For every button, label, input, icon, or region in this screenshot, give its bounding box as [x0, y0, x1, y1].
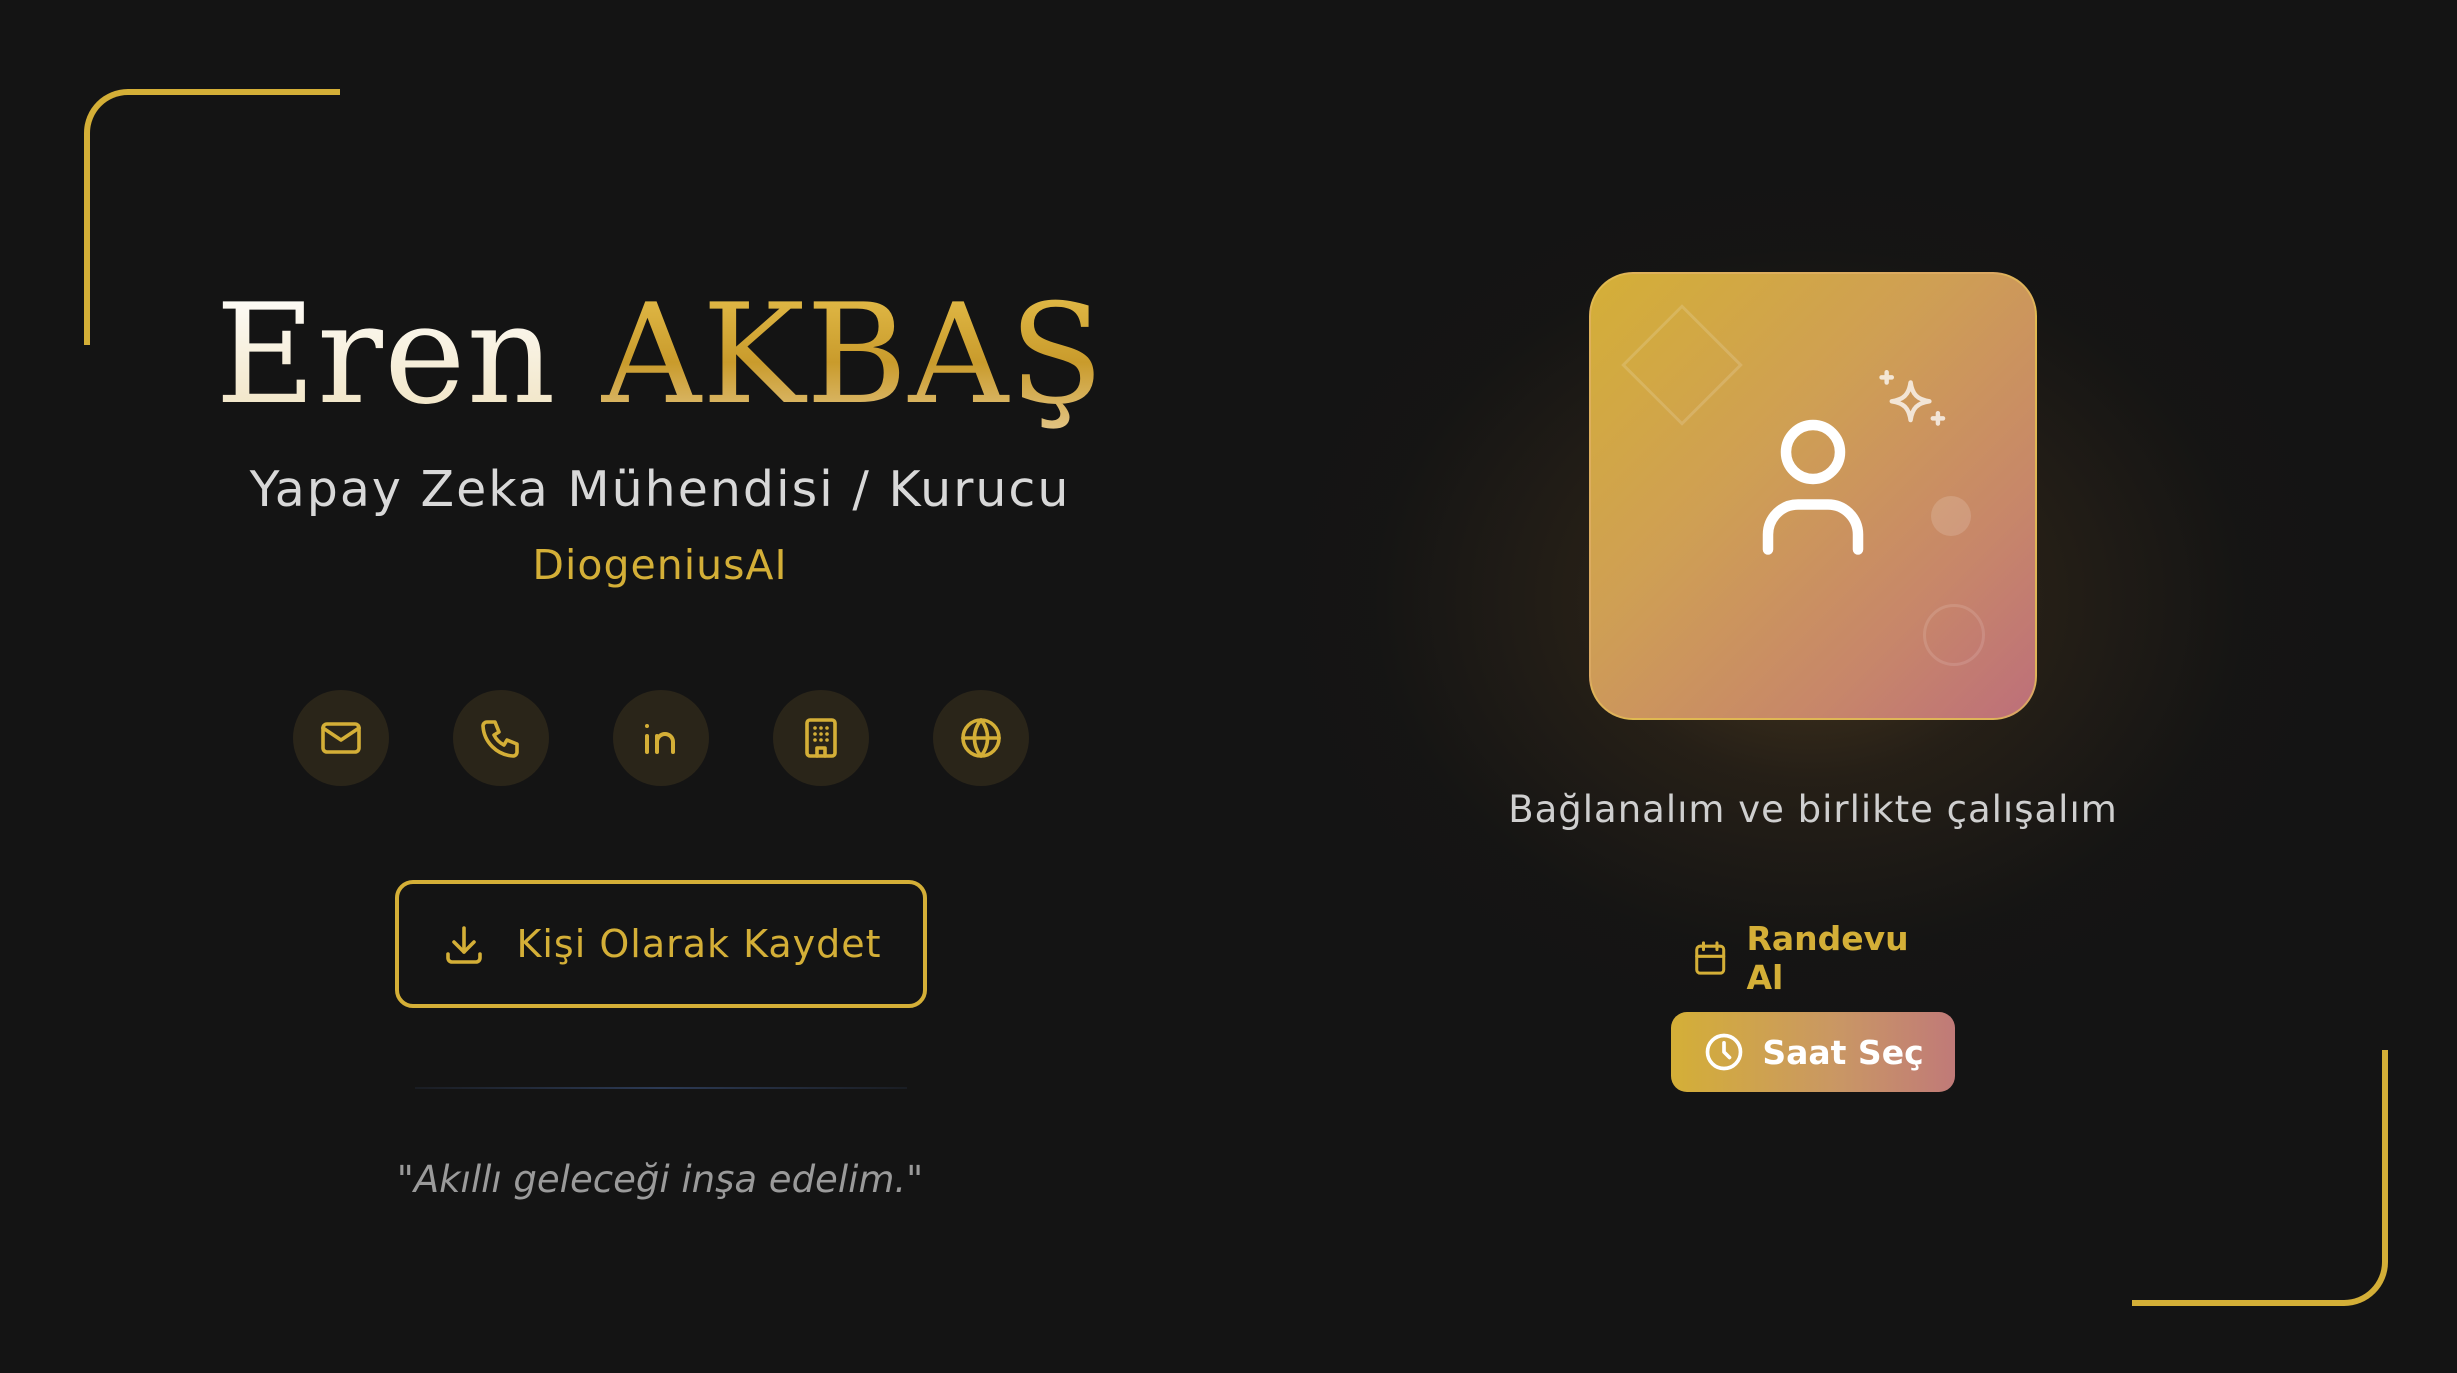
profile-name: Eren AKBAŞ — [160, 270, 1160, 440]
quote: "Akıllı geleceği inşa edelim." — [396, 1158, 924, 1201]
website-button[interactable] — [933, 690, 1029, 786]
appointment-heading: Randevu Al — [1690, 919, 1940, 997]
pick-time-label: Saat Seç — [1762, 1032, 1924, 1072]
decorative-dot — [1931, 496, 1971, 536]
decorative-ring — [1923, 604, 1985, 666]
job-title: Yapay Zeka Mühendisi / Kurucu — [249, 461, 1071, 518]
sparkle-icon — [1879, 370, 1946, 426]
company-name: DiogeniusAI — [532, 541, 788, 589]
divider — [415, 1087, 907, 1089]
linkedin-button[interactable] — [613, 690, 709, 786]
tagline: Bağlanalım ve birlikte çalışalım — [1508, 788, 2118, 831]
contact-icons — [293, 690, 1029, 786]
save-contact-button[interactable]: Kişi Olarak Kaydet — [395, 880, 927, 1008]
last-name: AKBAŞ — [601, 274, 1105, 435]
mail-icon — [321, 722, 361, 754]
globe-icon — [961, 718, 1001, 758]
clock-icon — [1706, 1033, 1743, 1071]
pick-time-button[interactable]: Saat Seç — [1671, 1012, 1955, 1092]
email-button[interactable] — [293, 690, 389, 786]
building-icon — [805, 718, 837, 758]
avatar-card — [1589, 272, 2037, 720]
corner-decoration-bottom-right — [2132, 1050, 2388, 1306]
download-icon — [446, 926, 483, 964]
company-button[interactable] — [773, 690, 869, 786]
save-contact-label: Kişi Olarak Kaydet — [516, 922, 882, 966]
phone-button[interactable] — [453, 690, 549, 786]
phone-icon — [481, 720, 519, 758]
calendar-icon — [1695, 941, 1726, 975]
appointment-label: Randevu Al — [1746, 919, 1909, 997]
first-name: Eren — [215, 274, 557, 435]
linkedin-icon — [645, 724, 675, 754]
